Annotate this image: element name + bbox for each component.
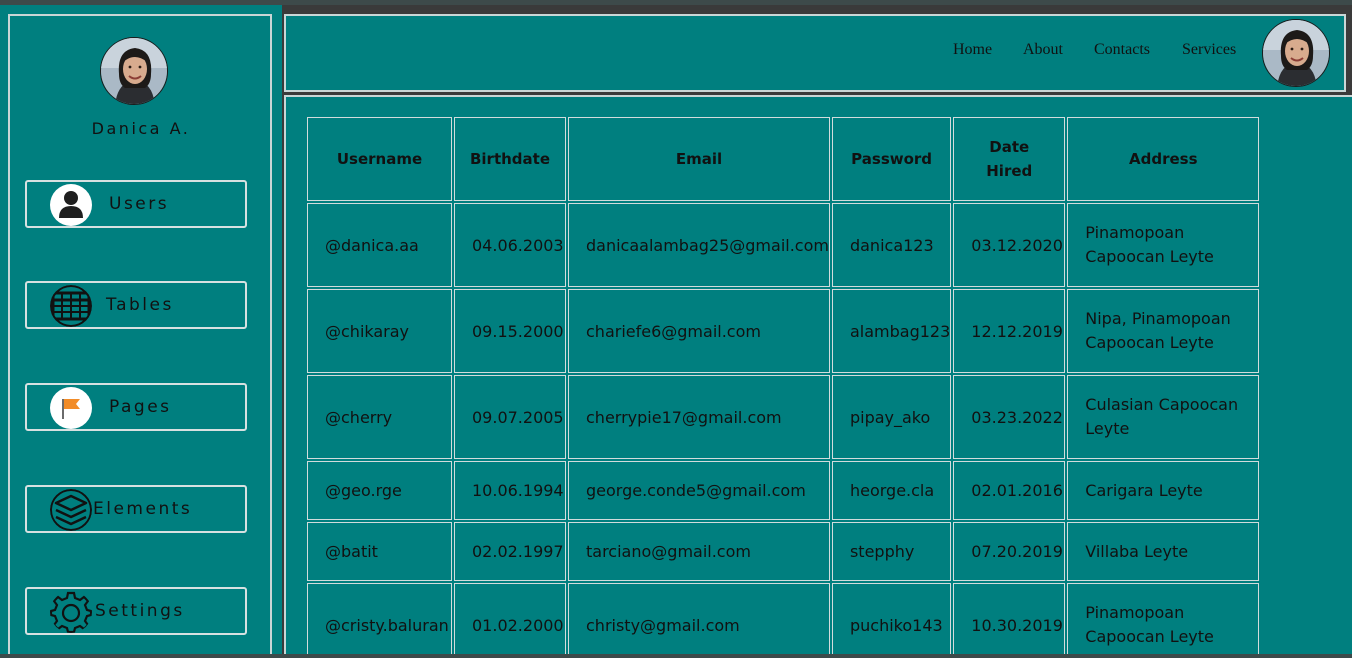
cell-email: george.conde5@gmail.com — [568, 461, 830, 520]
cell-username: @geo.rge — [307, 461, 452, 520]
cell-date-hired: 03.23.2022 — [953, 375, 1066, 459]
cell-birthdate: 09.15.2000 — [454, 289, 566, 373]
sidebar-item-tables[interactable]: Tables — [25, 281, 247, 329]
cell-email: tarciano@gmail.com — [568, 522, 830, 581]
nav-contacts-link[interactable]: Contacts — [1094, 41, 1150, 59]
top-nav: Home About Contacts Services — [284, 14, 1346, 92]
cell-password: danica123 — [831, 203, 952, 287]
sidebar-item-elements[interactable]: Elements — [25, 485, 247, 533]
column-header-username: Username — [307, 117, 452, 201]
nav-about-link[interactable]: About — [1023, 41, 1063, 59]
cell-birthdate: 01.02.2000 — [454, 583, 566, 654]
table-row: @chikaray 09.15.2000 chariefe6@gmail.com… — [307, 289, 1260, 373]
cell-birthdate: 10.06.1994 — [454, 461, 566, 520]
cell-date-hired: 03.12.2020 — [953, 203, 1066, 287]
sidebar-item-label: Pages — [109, 397, 172, 417]
user-icon — [50, 184, 92, 226]
column-header-password: Password — [831, 117, 952, 201]
cell-username: @danica.aa — [307, 203, 452, 287]
cell-address: Nipa, Pinamopoan Capoocan Leyte — [1067, 289, 1260, 373]
cell-password: puchiko143 — [831, 583, 952, 654]
cell-email: cherrypie17@gmail.com — [568, 375, 830, 459]
cell-username: @chikaray — [307, 289, 452, 373]
cell-email: danicaalambag25@gmail.com — [568, 203, 830, 287]
profile-name: Danica A. — [91, 119, 191, 138]
header-avatar[interactable] — [1262, 19, 1330, 87]
cell-password: pipay_ako — [831, 375, 952, 459]
cell-address: Carigara Leyte — [1067, 461, 1260, 520]
gear-icon — [50, 591, 92, 633]
cell-birthdate: 09.07.2005 — [454, 375, 566, 459]
sidebar-item-settings[interactable]: Settings — [25, 587, 247, 635]
cell-date-hired: 10.30.2019 — [953, 583, 1066, 654]
cell-username: @cherry — [307, 375, 452, 459]
cell-email: chariefe6@gmail.com — [568, 289, 830, 373]
cell-date-hired: 02.01.2016 — [953, 461, 1066, 520]
table-grid-icon — [50, 285, 92, 327]
table-row: @batit 02.02.1997 tarciano@gmail.com ste… — [307, 522, 1260, 581]
cell-birthdate: 04.06.2003 — [454, 203, 566, 287]
cell-password: heorge.cla — [831, 461, 952, 520]
profile-avatar — [100, 37, 168, 105]
nav-home-link[interactable]: Home — [953, 41, 992, 59]
sidebar-frame — [8, 14, 272, 654]
cell-address: Pinamopoan Capoocan Leyte — [1067, 583, 1260, 654]
cell-birthdate: 02.02.1997 — [454, 522, 566, 581]
cell-address: Pinamopoan Capoocan Leyte — [1067, 203, 1260, 287]
sidebar-item-label: Settings — [95, 601, 185, 621]
cell-date-hired: 07.20.2019 — [953, 522, 1066, 581]
sidebar-item-label: Elements — [93, 499, 193, 519]
sidebar-item-users[interactable]: Users — [25, 180, 247, 228]
cell-email: christy@gmail.com — [568, 583, 830, 654]
table-row: @cristy.baluran 01.02.2000 christy@gmail… — [307, 583, 1260, 654]
table-row: @geo.rge 10.06.1994 george.conde5@gmail.… — [307, 461, 1260, 520]
users-table: Username Birthdate Email Password Date H… — [305, 115, 1261, 654]
table-header-row: Username Birthdate Email Password Date H… — [307, 117, 1260, 201]
table-row: @danica.aa 04.06.2003 danicaalambag25@gm… — [307, 203, 1260, 287]
nav-services-link[interactable]: Services — [1182, 41, 1236, 59]
column-header-email: Email — [568, 117, 830, 201]
main-content: Username Birthdate Email Password Date H… — [284, 95, 1352, 654]
cell-address: Culasian Capoocan Leyte — [1067, 375, 1260, 459]
sidebar: Danica A. Users Tables Pages Elements Se… — [0, 5, 282, 654]
table-row: @cherry 09.07.2005 cherrypie17@gmail.com… — [307, 375, 1260, 459]
window-bottom-strip — [0, 654, 1352, 658]
cell-password: alambag123 — [831, 289, 952, 373]
cell-date-hired: 12.12.2019 — [953, 289, 1066, 373]
sidebar-item-pages[interactable]: Pages — [25, 383, 247, 431]
column-header-address: Address — [1067, 117, 1260, 201]
cell-password: stepphy — [831, 522, 952, 581]
cell-username: @cristy.baluran — [307, 583, 452, 654]
flag-icon — [50, 387, 92, 429]
cell-address: Villaba Leyte — [1067, 522, 1260, 581]
column-header-date-hired: Date Hired — [953, 117, 1066, 201]
cell-username: @batit — [307, 522, 452, 581]
layers-icon — [50, 489, 92, 531]
column-header-birthdate: Birthdate — [454, 117, 566, 201]
sidebar-item-label: Tables — [106, 295, 174, 315]
sidebar-item-label: Users — [109, 194, 170, 214]
